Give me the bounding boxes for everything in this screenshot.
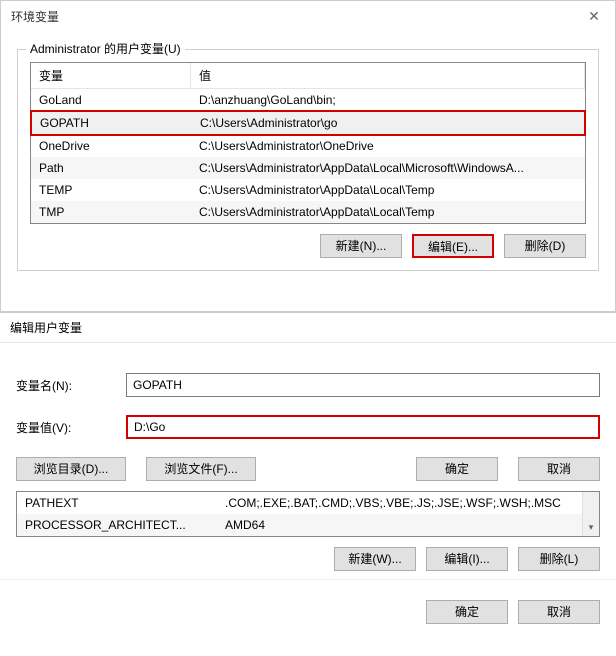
dialog-footer: 确定 取消 bbox=[0, 579, 616, 636]
col-value[interactable]: 值 bbox=[191, 63, 585, 88]
cancel-button[interactable]: 取消 bbox=[518, 457, 600, 481]
delete-button[interactable]: 删除(D) bbox=[504, 234, 586, 258]
table-row[interactable]: OneDrive C:\Users\Administrator\OneDrive bbox=[31, 135, 585, 157]
browse-file-button[interactable]: 浏览文件(F)... bbox=[146, 457, 256, 481]
user-vars-listview[interactable]: 变量 值 GoLand D:\anzhuang\GoLand\bin; GOPA… bbox=[30, 62, 586, 224]
value-row: 变量值(V): bbox=[16, 415, 600, 439]
ok-button[interactable]: 确定 bbox=[426, 600, 508, 624]
sys-vars-listview[interactable]: PATHEXT .COM;.EXE;.BAT;.CMD;.VBS;.VBE;.J… bbox=[16, 491, 600, 537]
sys-vars-buttons: 新建(W)... 编辑(I)... 删除(L) bbox=[0, 547, 616, 579]
scrollbar[interactable]: ▾ bbox=[582, 492, 599, 536]
listview-body: GoLand D:\anzhuang\GoLand\bin; GOPATH C:… bbox=[31, 89, 585, 223]
value-label: 变量值(V): bbox=[16, 419, 126, 436]
table-row[interactable]: Path C:\Users\Administrator\AppData\Loca… bbox=[31, 157, 585, 179]
env-vars-dialog: 环境变量 ✕ Administrator 的用户变量(U) 变量 值 GoLan… bbox=[0, 0, 616, 312]
listview-header: 变量 值 bbox=[31, 63, 585, 89]
delete-button[interactable]: 删除(L) bbox=[518, 547, 600, 571]
table-row[interactable]: PATHEXT .COM;.EXE;.BAT;.CMD;.VBS;.VBE;.J… bbox=[17, 492, 582, 514]
ok-button[interactable]: 确定 bbox=[416, 457, 498, 481]
new-button[interactable]: 新建(N)... bbox=[320, 234, 402, 258]
edit-button[interactable]: 编辑(E)... bbox=[412, 234, 494, 258]
close-icon[interactable]: ✕ bbox=[579, 5, 609, 27]
name-label: 变量名(N): bbox=[16, 377, 126, 394]
edit-button[interactable]: 编辑(I)... bbox=[426, 547, 508, 571]
user-vars-buttons: 新建(N)... 编辑(E)... 删除(D) bbox=[30, 234, 586, 258]
dialog-title: 环境变量 bbox=[11, 8, 59, 25]
user-vars-group: Administrator 的用户变量(U) 变量 值 GoLand D:\an… bbox=[17, 49, 599, 271]
name-input[interactable] bbox=[126, 373, 600, 397]
browse-dir-button[interactable]: 浏览目录(D)... bbox=[16, 457, 126, 481]
table-row[interactable]: PROCESSOR_ARCHITECT... AMD64 bbox=[17, 514, 582, 536]
col-name[interactable]: 变量 bbox=[31, 63, 191, 88]
new-button[interactable]: 新建(W)... bbox=[334, 547, 416, 571]
table-row[interactable]: GOPATH C:\Users\Administrator\go bbox=[30, 110, 586, 136]
table-row[interactable]: TMP C:\Users\Administrator\AppData\Local… bbox=[31, 201, 585, 223]
table-row[interactable]: GoLand D:\anzhuang\GoLand\bin; bbox=[31, 89, 585, 111]
table-row[interactable]: TEMP C:\Users\Administrator\AppData\Loca… bbox=[31, 179, 585, 201]
group-label: Administrator 的用户变量(U) bbox=[26, 40, 185, 57]
browse-row: 浏览目录(D)... 浏览文件(F)... 确定 取消 bbox=[16, 457, 600, 481]
cancel-button[interactable]: 取消 bbox=[518, 600, 600, 624]
value-input[interactable] bbox=[126, 415, 600, 439]
edit-title: 编辑用户变量 bbox=[0, 313, 616, 343]
chevron-down-icon[interactable]: ▾ bbox=[583, 519, 599, 536]
titlebar: 环境变量 ✕ bbox=[1, 1, 615, 31]
edit-var-dialog: 编辑用户变量 变量名(N): 变量值(V): 浏览目录(D)... 浏览文件(F… bbox=[0, 312, 616, 636]
name-row: 变量名(N): bbox=[16, 373, 600, 397]
